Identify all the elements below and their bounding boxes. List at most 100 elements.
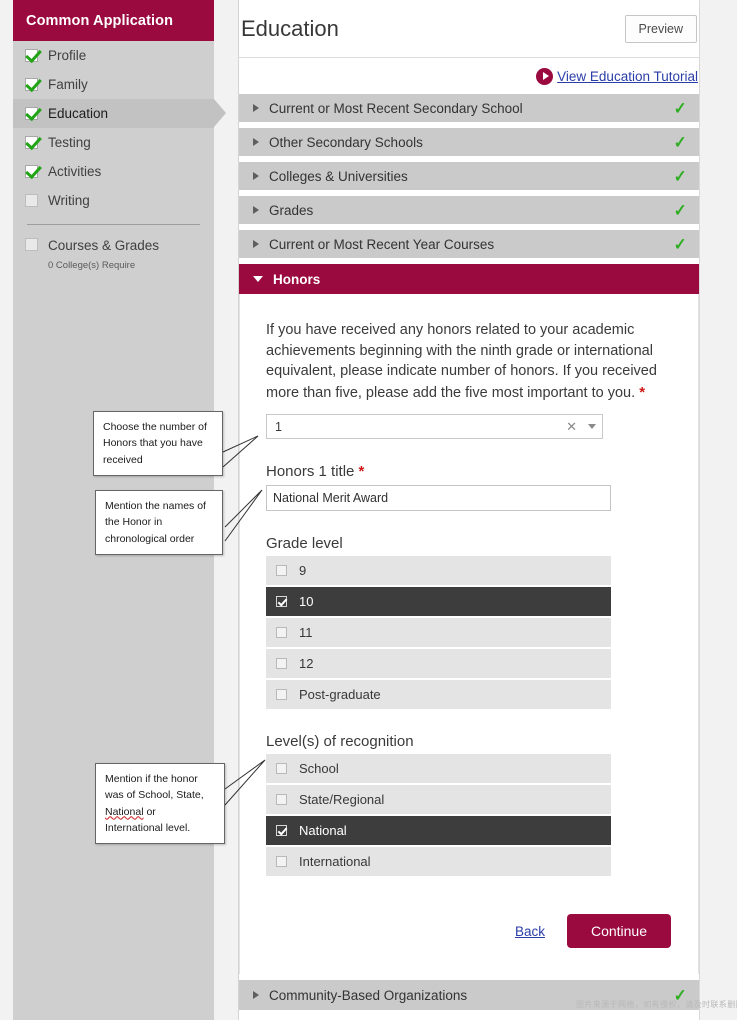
honors-count-select[interactable]: 1 ✕	[266, 414, 603, 440]
accordion-label: Current or Most Recent Secondary School	[269, 100, 523, 116]
continue-button[interactable]: Continue	[566, 914, 671, 949]
checkbox-checked-icon	[276, 596, 287, 608]
chevron-down-icon[interactable]	[588, 424, 596, 430]
sidebar-item-family[interactable]: Family	[13, 70, 214, 99]
option-label: 9	[299, 563, 307, 579]
grade-level-option-9[interactable]: 9	[266, 556, 611, 586]
recognition-option-state-regional[interactable]: State/Regional	[266, 785, 611, 815]
check-icon: ✓	[673, 132, 687, 152]
option-label: National	[299, 823, 347, 839]
accordion-label: Colleges & Universities	[269, 168, 408, 184]
accordion-label: Honors	[273, 271, 321, 287]
sidebar-item-label: Education	[48, 106, 109, 121]
honors-title-label: Honors 1 title *	[266, 463, 672, 480]
courses-sublabel: 0 College(s) Require	[48, 259, 136, 271]
callout-line-1: Mention if the honor	[105, 773, 198, 785]
check-icon: ✓	[673, 98, 687, 118]
check-icon: ✓	[673, 166, 687, 186]
application-page: Common Application Profile Family Educat…	[0, 0, 737, 1020]
sidebar-item-courses-and-grades[interactable]: Courses & Grades 0 College(s) Require	[13, 225, 214, 272]
check-icon	[25, 136, 38, 149]
accordion-section-other-secondary-schools[interactable]: Other Secondary Schools ✓	[239, 128, 699, 156]
sidebar-item-activities[interactable]: Activities	[13, 157, 214, 186]
unchecked-box-icon	[25, 238, 38, 251]
view-education-tutorial-link[interactable]: View Education Tutorial	[557, 69, 698, 84]
sidebar-item-label: Writing	[48, 193, 90, 208]
sidebar-item-testing[interactable]: Testing	[13, 128, 214, 157]
chevron-right-icon	[253, 240, 259, 248]
honors-panel: If you have received any honors related …	[239, 294, 699, 975]
accordion-section-colleges-universities[interactable]: Colleges & Universities ✓	[239, 162, 699, 190]
recognition-label: Level(s) of recognition	[266, 733, 414, 751]
chevron-down-icon	[253, 276, 263, 282]
back-link[interactable]: Back	[515, 924, 545, 939]
courses-label: Courses & Grades	[48, 238, 160, 253]
recognition-option-national[interactable]: National	[266, 816, 611, 846]
checkbox-icon	[276, 856, 287, 868]
recognition-option-international[interactable]: International	[266, 847, 611, 877]
sidebar-item-label: Profile	[48, 48, 87, 63]
accordion-section-community-based-organizations[interactable]: Community-Based Organizations ✓	[239, 980, 699, 1011]
required-asterisk: *	[358, 463, 365, 481]
check-icon: ✓	[673, 985, 687, 1005]
check-icon: ✓	[673, 234, 687, 254]
accordion-section-current-secondary-school[interactable]: Current or Most Recent Secondary School …	[239, 94, 699, 122]
checkbox-icon	[276, 763, 287, 775]
form-actions: Back Continue	[266, 914, 672, 949]
callout-line-3-or: or	[143, 805, 156, 818]
chevron-right-icon	[253, 138, 259, 146]
required-asterisk: *	[639, 383, 646, 401]
accordion-section-current-year-courses[interactable]: Current or Most Recent Year Courses ✓	[239, 230, 699, 258]
accordion-label: Current or Most Recent Year Courses	[269, 236, 495, 252]
grade-level-label: Grade level	[266, 535, 343, 553]
checkbox-icon	[276, 565, 287, 577]
option-label: School	[299, 761, 339, 777]
sidebar-item-writing[interactable]: Writing	[13, 186, 214, 215]
grade-level-option-12[interactable]: 12	[266, 649, 611, 679]
accordion-section-honors[interactable]: Honors	[239, 264, 699, 294]
honors-count-value: 1	[275, 419, 282, 434]
accordion-label: Other Secondary Schools	[269, 134, 423, 150]
callout-honor-names: Mention the names of the Honor in chrono…	[95, 490, 223, 555]
chevron-right-icon	[253, 991, 259, 1000]
grade-level-option-10[interactable]: 10	[266, 587, 611, 617]
grade-level-options: 9 10 11 12 Post-graduate	[266, 556, 611, 710]
check-icon: ✓	[673, 200, 687, 220]
accordion-section-grades[interactable]: Grades ✓	[239, 196, 699, 224]
accordion-label: Grades	[269, 202, 314, 218]
close-icon[interactable]: ✕	[566, 419, 577, 435]
sidebar-item-education[interactable]: Education	[13, 99, 226, 128]
tutorial-row: View Education Tutorial	[239, 58, 699, 94]
checkbox-icon	[276, 794, 287, 806]
bottom-accordion-wrap: Community-Based Organizations ✓	[239, 974, 699, 1011]
option-label: International	[299, 854, 371, 870]
check-icon	[25, 78, 38, 91]
option-label: Post-graduate	[299, 687, 381, 703]
honors-instructions-text: If you have received any honors related …	[266, 322, 657, 401]
honors-title-label-text: Honors 1 title	[266, 463, 355, 481]
sidebar-item-profile[interactable]: Profile	[13, 41, 214, 70]
callout-recognition-level: Mention if the honor was of School, Stat…	[95, 763, 225, 845]
recognition-option-school[interactable]: School	[266, 754, 611, 784]
recognition-options: School State/Regional National Internati…	[266, 754, 611, 877]
chevron-right-icon	[253, 172, 259, 180]
check-icon	[25, 49, 38, 62]
chevron-right-icon	[253, 206, 259, 214]
sidebar-item-label: Family	[48, 77, 88, 92]
honors-title-input[interactable]	[266, 485, 611, 512]
check-icon	[25, 107, 38, 120]
grade-level-option-post-graduate[interactable]: Post-graduate	[266, 680, 611, 710]
sidebar-title: Common Application	[13, 0, 214, 41]
chevron-right-icon	[253, 104, 259, 112]
unchecked-box-icon	[25, 194, 38, 207]
sidebar-item-label: Activities	[48, 164, 102, 179]
checkbox-icon	[276, 627, 287, 639]
callout-line-3-national: National	[105, 805, 144, 818]
option-label: State/Regional	[299, 792, 385, 808]
page-title: Education	[241, 15, 339, 41]
grade-level-option-11[interactable]: 11	[266, 618, 611, 648]
option-label: 10	[299, 594, 314, 610]
preview-button[interactable]: Preview	[624, 14, 697, 43]
play-circle-icon[interactable]	[536, 67, 554, 85]
check-icon	[25, 165, 38, 178]
